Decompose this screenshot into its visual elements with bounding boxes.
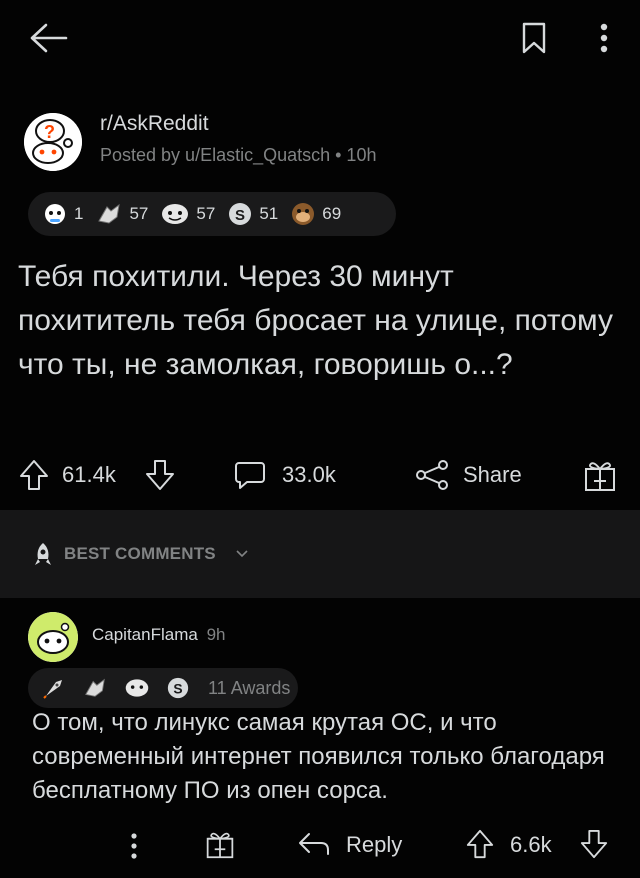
upvote-arrow-icon[interactable] <box>462 824 498 864</box>
svg-text:?: ? <box>44 122 55 142</box>
award-ice: 1 <box>42 201 83 227</box>
award-ice-icon <box>45 204 65 224</box>
chevron-down-icon[interactable] <box>234 546 250 562</box>
share-icon[interactable] <box>410 453 454 497</box>
award-face: 57 <box>160 202 215 226</box>
award-monkey-icon <box>292 203 315 225</box>
svg-text:S: S <box>235 207 245 224</box>
award-hands-icon <box>98 203 121 224</box>
subreddit-avatar[interactable]: ? <box>24 113 82 171</box>
downvote-arrow-icon[interactable] <box>140 453 180 497</box>
award-hands: 57 <box>95 201 148 227</box>
award-rocket-icon <box>43 680 62 699</box>
award-face-icon <box>125 679 149 697</box>
award-monkey: 69 <box>290 201 341 227</box>
post-meta: Posted by u/Elastic_Quatsch • 10h <box>100 145 377 165</box>
subreddit-name[interactable]: r/AskReddit <box>100 112 209 136</box>
vertical-dots-icon[interactable] <box>124 828 144 864</box>
reply-button[interactable]: Reply <box>346 832 402 858</box>
award-silver-icon: S <box>229 203 252 225</box>
comment-awards-label: 11 Awards <box>208 677 291 698</box>
post: ? r/AskReddit Posted by u/Elastic_Quatsc… <box>0 80 640 510</box>
comment: CapitanFlama 9h S 11 Awards О том, что л… <box>0 598 640 878</box>
top-bar <box>0 0 640 80</box>
comment-body: О том, что линукс самая крутая ОС, и что… <box>32 709 605 804</box>
upvote-count: 61.4k <box>62 462 116 487</box>
rocket-icon <box>30 540 56 568</box>
award-hands <box>82 676 114 700</box>
commenter-avatar[interactable] <box>28 612 78 662</box>
comment-vote-count: 6.6k <box>510 832 552 857</box>
bookmark-icon[interactable] <box>516 18 552 58</box>
post-awards[interactable]: 1 57 57 S 51 69 <box>28 192 396 236</box>
award-face-icon <box>162 204 189 224</box>
downvote-arrow-icon[interactable] <box>576 824 612 864</box>
award-silver: S <box>166 676 196 700</box>
vertical-dots-icon[interactable] <box>590 18 618 58</box>
comment-awards[interactable]: S 11 Awards <box>28 668 298 708</box>
share-label[interactable]: Share <box>463 462 522 488</box>
arrow-left-icon[interactable] <box>22 18 74 58</box>
comment-time: 9h <box>206 625 226 644</box>
gift-award-icon[interactable] <box>202 824 238 864</box>
reply-arrow-icon[interactable] <box>294 826 334 862</box>
comments-sort-bar[interactable]: BEST COMMENTS <box>0 510 640 598</box>
upvote-arrow-icon[interactable] <box>14 453 54 497</box>
award-silver: S 51 <box>227 201 278 227</box>
comment-bubble-icon[interactable] <box>230 453 270 497</box>
award-silver-icon: S <box>167 677 189 699</box>
comment-count[interactable]: 33.0k <box>282 462 336 488</box>
sort-label[interactable]: BEST COMMENTS <box>64 544 216 564</box>
post-title[interactable]: Тебя похитили. Через 30 минут похититель… <box>18 255 618 387</box>
comment-author[interactable]: CapitanFlama 9h <box>92 625 225 645</box>
award-rocket <box>42 676 72 700</box>
award-face <box>124 677 156 699</box>
gift-award-icon[interactable] <box>578 453 622 497</box>
award-hands-icon <box>85 678 105 697</box>
svg-text:S: S <box>173 681 182 697</box>
